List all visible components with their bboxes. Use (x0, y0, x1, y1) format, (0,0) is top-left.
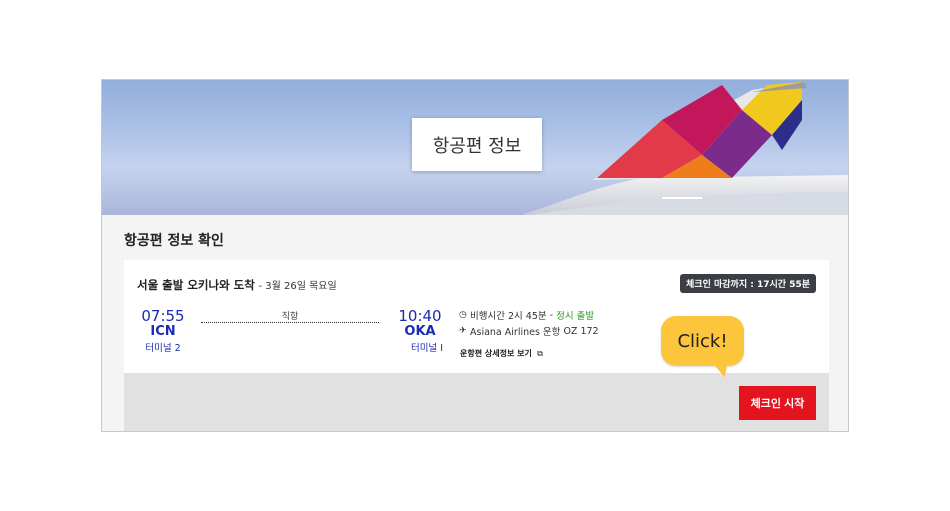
page-title: 항공편 정보 (412, 118, 542, 171)
flight-status: 정시 출발 (556, 311, 595, 322)
flight-date: - 3월 26일 목요일 (258, 281, 337, 292)
checkin-deadline-badge: 체크인 마감까지 : 17시간 55분 (680, 274, 816, 293)
direct-label: 직항 (281, 312, 299, 322)
checkin-start-button[interactable]: 체크인 시작 (739, 386, 816, 420)
flight-number: OZ 172 (563, 325, 599, 337)
departure-airport-code: ICN (150, 324, 176, 339)
external-link-icon: ⧉ (534, 349, 543, 358)
departure-block: 07:55 ICN 터미널 2 (134, 307, 192, 354)
arrival-block: 10:40 OKA 터미널 I (394, 307, 446, 354)
route-line (201, 322, 379, 323)
flight-info: ◷ 비행시간 2시 45분 - 정시 출발 ✈ Asiana Airlines … (459, 309, 599, 339)
departure-terminal: 터미널 2 (145, 343, 181, 354)
clock-icon: ◷ (459, 310, 467, 320)
arrival-airport-code: OKA (404, 324, 436, 339)
airplane-icon: ✈ (459, 326, 467, 336)
airline-name: Asiana Airlines 운항 (470, 327, 561, 338)
flight-duration: 비행시간 2시 45분 (470, 311, 547, 322)
departure-time: 07:55 (141, 307, 185, 325)
arrival-terminal: 터미널 I (410, 343, 443, 354)
card-footer: 체크인 시작 (124, 373, 829, 431)
route-summary: 서울 출발 오키나와 도착 - 3월 26일 목요일 (137, 277, 337, 293)
section-title: 항공편 정보 확인 (124, 233, 224, 249)
hero-banner: 항공편 정보 (102, 80, 848, 215)
flight-detail-label: 운항편 상세정보 보기 (460, 349, 532, 358)
arrival-time: 10:40 (398, 307, 442, 325)
flight-info-panel: 항공편 정보 항공편 정보 확인 서울 출발 오키나와 도착 - 3월 26일 … (101, 79, 849, 432)
route-label: 서울 출발 오키나와 도착 (137, 278, 255, 292)
flight-detail-link[interactable]: 운항편 상세정보 보기 ⧉ (460, 348, 543, 359)
